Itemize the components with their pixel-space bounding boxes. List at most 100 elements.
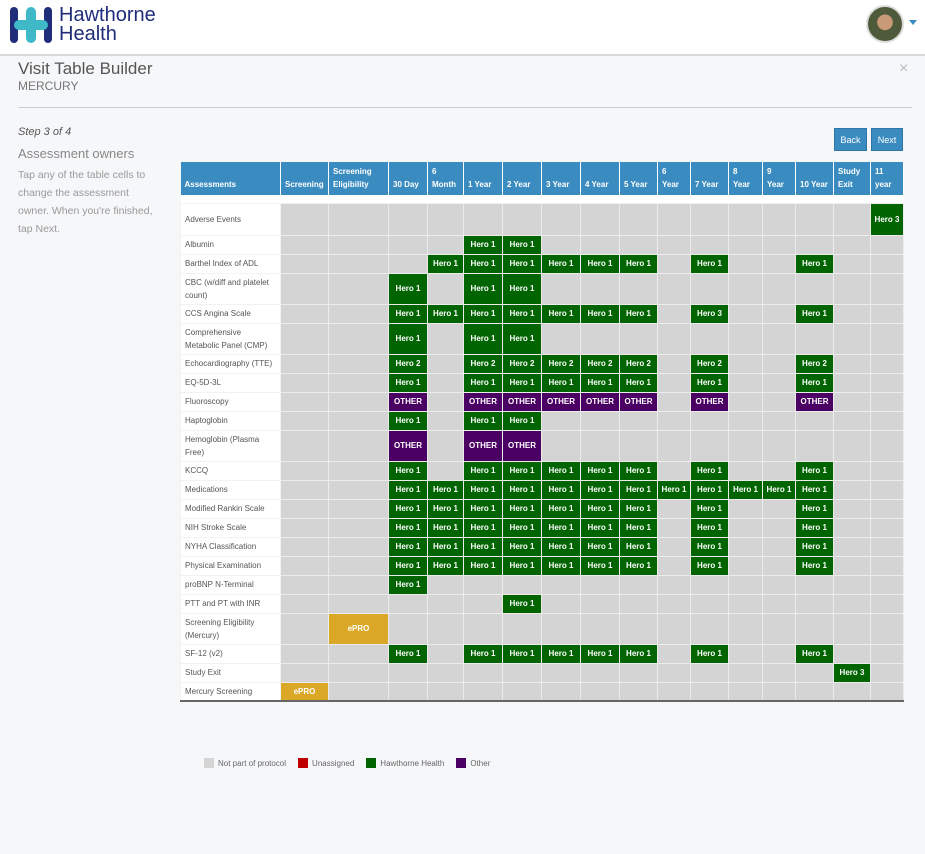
owner-cell[interactable] [728,574,763,595]
owner-cell[interactable]: Hero 3 [870,202,904,236]
owner-cell[interactable] [833,303,871,324]
owner-cell[interactable] [870,517,904,538]
owner-cell[interactable] [762,429,796,462]
owner-cell[interactable] [280,410,329,431]
owner-cell[interactable]: Hero 1 [580,536,620,557]
owner-cell[interactable] [427,272,464,305]
owner-cell[interactable]: Hero 1 [619,460,658,481]
owner-cell[interactable] [328,429,389,462]
owner-cell[interactable] [541,322,581,355]
owner-cell[interactable] [541,272,581,305]
owner-cell[interactable] [280,322,329,355]
owner-cell[interactable] [690,410,729,431]
owner-cell[interactable] [833,234,871,255]
owner-cell[interactable]: Hero 1 [502,555,542,576]
owner-cell[interactable]: Hero 1 [580,372,620,393]
owner-cell[interactable] [762,498,796,519]
owner-cell[interactable] [427,372,464,393]
owner-cell[interactable] [870,253,904,274]
owner-cell[interactable] [870,372,904,393]
owner-cell[interactable]: OTHER [690,391,729,412]
owner-cell[interactable]: Hero 1 [388,517,428,538]
owner-cell[interactable] [690,429,729,462]
owner-cell[interactable]: Hero 1 [427,253,464,274]
owner-cell[interactable]: Hero 1 [795,555,834,576]
owner-cell[interactable] [580,272,620,305]
owner-cell[interactable] [541,593,581,614]
owner-cell[interactable] [427,460,464,481]
owner-cell[interactable] [833,498,871,519]
owner-cell[interactable] [657,272,691,305]
owner-cell[interactable] [280,662,329,683]
owner-cell[interactable] [795,612,834,645]
owner-cell[interactable] [463,662,503,683]
owner-cell[interactable] [427,322,464,355]
owner-cell[interactable] [427,429,464,462]
owner-cell[interactable] [328,303,389,324]
owner-cell[interactable]: OTHER [388,429,428,462]
owner-cell[interactable] [328,681,389,702]
owner-cell[interactable]: OTHER [502,391,542,412]
owner-cell[interactable] [657,202,691,236]
owner-cell[interactable] [328,410,389,431]
owner-cell[interactable] [328,202,389,236]
owner-cell[interactable]: Hero 1 [502,234,542,255]
owner-cell[interactable] [328,555,389,576]
owner-cell[interactable] [427,234,464,255]
owner-cell[interactable] [427,391,464,412]
owner-cell[interactable] [541,574,581,595]
owner-cell[interactable]: Hero 1 [690,536,729,557]
owner-cell[interactable]: Hero 1 [463,517,503,538]
owner-cell[interactable] [762,353,796,374]
owner-cell[interactable]: Hero 1 [388,303,428,324]
owner-cell[interactable]: Hero 1 [541,303,581,324]
owner-cell[interactable] [657,322,691,355]
owner-cell[interactable] [870,429,904,462]
owner-cell[interactable]: Hero 1 [502,498,542,519]
owner-cell[interactable] [728,498,763,519]
owner-cell[interactable]: Hero 1 [619,498,658,519]
owner-cell[interactable] [328,253,389,274]
owner-cell[interactable] [833,479,871,500]
owner-cell[interactable]: Hero 1 [463,272,503,305]
owner-cell[interactable] [728,517,763,538]
owner-cell[interactable] [502,202,542,236]
owner-cell[interactable] [762,272,796,305]
owner-cell[interactable] [657,643,691,664]
owner-cell[interactable]: Hero 1 [795,372,834,393]
owner-cell[interactable] [870,498,904,519]
owner-cell[interactable] [328,460,389,481]
owner-cell[interactable] [427,410,464,431]
back-button[interactable]: Back [834,128,867,151]
owner-cell[interactable] [541,234,581,255]
owner-cell[interactable] [657,391,691,412]
owner-cell[interactable]: Hero 1 [580,253,620,274]
owner-cell[interactable] [463,574,503,595]
owner-cell[interactable] [427,612,464,645]
owner-cell[interactable] [833,612,871,645]
owner-cell[interactable]: Hero 1 [388,460,428,481]
owner-cell[interactable]: Hero 2 [388,353,428,374]
owner-cell[interactable] [280,536,329,557]
owner-cell[interactable] [690,322,729,355]
owner-cell[interactable] [870,272,904,305]
owner-cell[interactable] [762,322,796,355]
owner-cell[interactable] [657,662,691,683]
owner-cell[interactable] [728,536,763,557]
owner-cell[interactable]: Hero 1 [463,372,503,393]
owner-cell[interactable]: ePRO [280,681,329,702]
owner-cell[interactable]: Hero 1 [463,460,503,481]
owner-cell[interactable] [728,681,763,702]
owner-cell[interactable] [833,353,871,374]
owner-cell[interactable] [427,643,464,664]
owner-cell[interactable] [833,410,871,431]
owner-cell[interactable] [728,662,763,683]
owner-cell[interactable] [762,253,796,274]
owner-cell[interactable] [833,253,871,274]
owner-cell[interactable] [833,272,871,305]
owner-cell[interactable] [833,391,871,412]
owner-cell[interactable] [833,322,871,355]
owner-cell[interactable] [657,429,691,462]
owner-cell[interactable]: Hero 1 [619,479,658,500]
owner-cell[interactable] [728,322,763,355]
